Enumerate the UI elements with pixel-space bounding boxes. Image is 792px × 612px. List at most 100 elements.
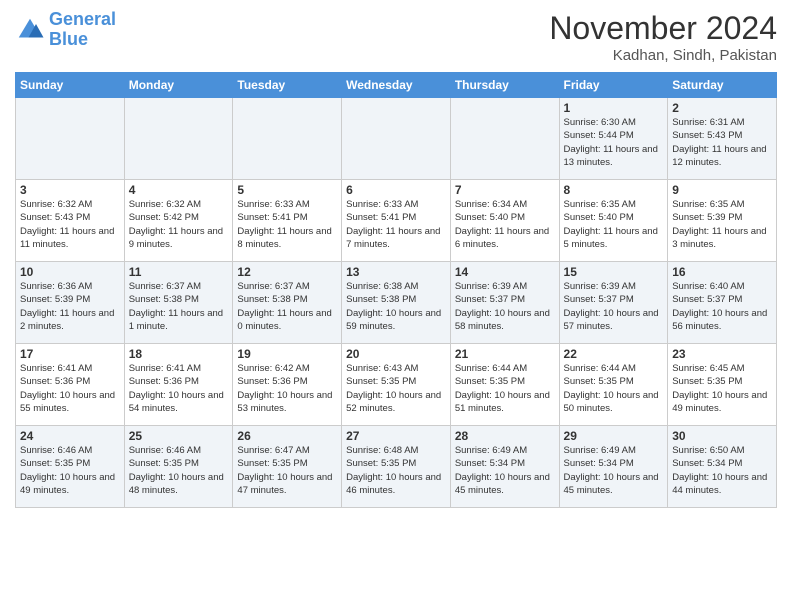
weekday-header: Saturday [668,73,777,98]
day-info: Sunrise: 6:48 AM Sunset: 5:35 PM Dayligh… [346,444,446,497]
day-info: Sunrise: 6:33 AM Sunset: 5:41 PM Dayligh… [237,198,337,251]
day-info: Sunrise: 6:44 AM Sunset: 5:35 PM Dayligh… [455,362,555,415]
calendar-cell: 10Sunrise: 6:36 AM Sunset: 5:39 PM Dayli… [16,262,125,344]
calendar-cell: 22Sunrise: 6:44 AM Sunset: 5:35 PM Dayli… [559,344,668,426]
day-info: Sunrise: 6:34 AM Sunset: 5:40 PM Dayligh… [455,198,555,251]
day-number: 28 [455,429,555,443]
calendar-cell: 9Sunrise: 6:35 AM Sunset: 5:39 PM Daylig… [668,180,777,262]
day-number: 11 [129,265,229,279]
day-info: Sunrise: 6:36 AM Sunset: 5:39 PM Dayligh… [20,280,120,333]
day-number: 21 [455,347,555,361]
calendar-cell: 5Sunrise: 6:33 AM Sunset: 5:41 PM Daylig… [233,180,342,262]
day-number: 19 [237,347,337,361]
day-info: Sunrise: 6:46 AM Sunset: 5:35 PM Dayligh… [129,444,229,497]
day-number: 16 [672,265,772,279]
header: General Blue November 2024 Kadhan, Sindh… [15,10,777,64]
calendar-cell: 21Sunrise: 6:44 AM Sunset: 5:35 PM Dayli… [450,344,559,426]
day-info: Sunrise: 6:46 AM Sunset: 5:35 PM Dayligh… [20,444,120,497]
day-number: 24 [20,429,120,443]
calendar-cell: 4Sunrise: 6:32 AM Sunset: 5:42 PM Daylig… [124,180,233,262]
day-info: Sunrise: 6:42 AM Sunset: 5:36 PM Dayligh… [237,362,337,415]
calendar-cell: 19Sunrise: 6:42 AM Sunset: 5:36 PM Dayli… [233,344,342,426]
calendar-cell: 14Sunrise: 6:39 AM Sunset: 5:37 PM Dayli… [450,262,559,344]
day-info: Sunrise: 6:32 AM Sunset: 5:43 PM Dayligh… [20,198,120,251]
day-number: 6 [346,183,446,197]
calendar-cell: 7Sunrise: 6:34 AM Sunset: 5:40 PM Daylig… [450,180,559,262]
logo-icon [15,15,45,45]
calendar-cell [233,98,342,180]
day-info: Sunrise: 6:50 AM Sunset: 5:34 PM Dayligh… [672,444,772,497]
day-number: 8 [564,183,664,197]
day-info: Sunrise: 6:38 AM Sunset: 5:38 PM Dayligh… [346,280,446,333]
calendar-row: 1Sunrise: 6:30 AM Sunset: 5:44 PM Daylig… [16,98,777,180]
day-info: Sunrise: 6:41 AM Sunset: 5:36 PM Dayligh… [20,362,120,415]
day-info: Sunrise: 6:40 AM Sunset: 5:37 PM Dayligh… [672,280,772,333]
weekday-header: Sunday [16,73,125,98]
day-info: Sunrise: 6:32 AM Sunset: 5:42 PM Dayligh… [129,198,229,251]
calendar-cell: 16Sunrise: 6:40 AM Sunset: 5:37 PM Dayli… [668,262,777,344]
day-info: Sunrise: 6:44 AM Sunset: 5:35 PM Dayligh… [564,362,664,415]
day-number: 4 [129,183,229,197]
calendar-cell: 17Sunrise: 6:41 AM Sunset: 5:36 PM Dayli… [16,344,125,426]
logo-general: General [49,9,116,29]
calendar-cell: 13Sunrise: 6:38 AM Sunset: 5:38 PM Dayli… [342,262,451,344]
calendar-cell: 30Sunrise: 6:50 AM Sunset: 5:34 PM Dayli… [668,426,777,508]
day-number: 22 [564,347,664,361]
calendar-cell [342,98,451,180]
calendar-cell: 12Sunrise: 6:37 AM Sunset: 5:38 PM Dayli… [233,262,342,344]
day-info: Sunrise: 6:37 AM Sunset: 5:38 PM Dayligh… [129,280,229,333]
calendar-cell: 28Sunrise: 6:49 AM Sunset: 5:34 PM Dayli… [450,426,559,508]
day-info: Sunrise: 6:49 AM Sunset: 5:34 PM Dayligh… [564,444,664,497]
weekday-header: Wednesday [342,73,451,98]
day-info: Sunrise: 6:45 AM Sunset: 5:35 PM Dayligh… [672,362,772,415]
day-number: 18 [129,347,229,361]
calendar-cell [16,98,125,180]
month-title: November 2024 [549,10,777,47]
calendar-cell: 27Sunrise: 6:48 AM Sunset: 5:35 PM Dayli… [342,426,451,508]
day-number: 15 [564,265,664,279]
logo-blue: Blue [49,30,116,50]
weekday-header-row: SundayMondayTuesdayWednesdayThursdayFrid… [16,73,777,98]
calendar-cell: 29Sunrise: 6:49 AM Sunset: 5:34 PM Dayli… [559,426,668,508]
calendar-table: SundayMondayTuesdayWednesdayThursdayFrid… [15,72,777,508]
day-number: 20 [346,347,446,361]
day-number: 17 [20,347,120,361]
calendar-cell: 1Sunrise: 6:30 AM Sunset: 5:44 PM Daylig… [559,98,668,180]
weekday-header: Tuesday [233,73,342,98]
day-info: Sunrise: 6:41 AM Sunset: 5:36 PM Dayligh… [129,362,229,415]
weekday-header: Monday [124,73,233,98]
calendar-cell [450,98,559,180]
day-number: 9 [672,183,772,197]
calendar-cell: 2Sunrise: 6:31 AM Sunset: 5:43 PM Daylig… [668,98,777,180]
day-info: Sunrise: 6:47 AM Sunset: 5:35 PM Dayligh… [237,444,337,497]
day-number: 7 [455,183,555,197]
day-number: 13 [346,265,446,279]
calendar-cell: 24Sunrise: 6:46 AM Sunset: 5:35 PM Dayli… [16,426,125,508]
day-number: 27 [346,429,446,443]
calendar-cell: 15Sunrise: 6:39 AM Sunset: 5:37 PM Dayli… [559,262,668,344]
day-number: 29 [564,429,664,443]
calendar-cell: 23Sunrise: 6:45 AM Sunset: 5:35 PM Dayli… [668,344,777,426]
day-info: Sunrise: 6:35 AM Sunset: 5:39 PM Dayligh… [672,198,772,251]
day-info: Sunrise: 6:30 AM Sunset: 5:44 PM Dayligh… [564,116,664,169]
title-block: November 2024 Kadhan, Sindh, Pakistan [549,10,777,64]
page-container: General Blue November 2024 Kadhan, Sindh… [0,0,792,518]
calendar-cell: 25Sunrise: 6:46 AM Sunset: 5:35 PM Dayli… [124,426,233,508]
calendar-cell: 11Sunrise: 6:37 AM Sunset: 5:38 PM Dayli… [124,262,233,344]
day-info: Sunrise: 6:39 AM Sunset: 5:37 PM Dayligh… [455,280,555,333]
calendar-cell: 20Sunrise: 6:43 AM Sunset: 5:35 PM Dayli… [342,344,451,426]
day-number: 25 [129,429,229,443]
day-info: Sunrise: 6:33 AM Sunset: 5:41 PM Dayligh… [346,198,446,251]
day-info: Sunrise: 6:43 AM Sunset: 5:35 PM Dayligh… [346,362,446,415]
day-number: 12 [237,265,337,279]
calendar-row: 17Sunrise: 6:41 AM Sunset: 5:36 PM Dayli… [16,344,777,426]
day-info: Sunrise: 6:39 AM Sunset: 5:37 PM Dayligh… [564,280,664,333]
day-number: 2 [672,101,772,115]
day-info: Sunrise: 6:31 AM Sunset: 5:43 PM Dayligh… [672,116,772,169]
calendar-cell: 18Sunrise: 6:41 AM Sunset: 5:36 PM Dayli… [124,344,233,426]
day-number: 10 [20,265,120,279]
weekday-header: Thursday [450,73,559,98]
day-number: 30 [672,429,772,443]
day-info: Sunrise: 6:37 AM Sunset: 5:38 PM Dayligh… [237,280,337,333]
calendar-cell: 26Sunrise: 6:47 AM Sunset: 5:35 PM Dayli… [233,426,342,508]
